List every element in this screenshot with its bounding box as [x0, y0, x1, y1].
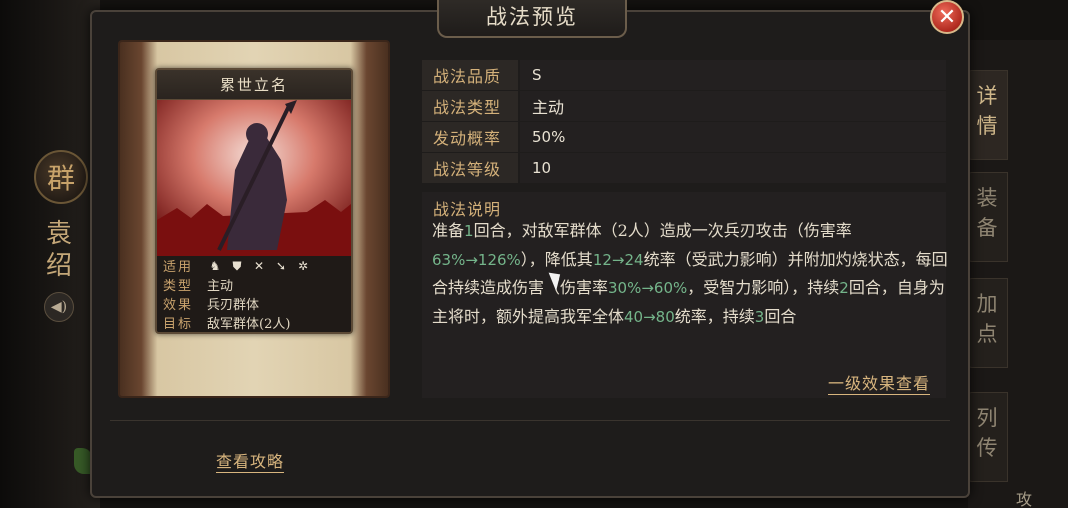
speaker-icon[interactable]: ◀) [44, 292, 74, 322]
view-guide-link[interactable]: 查看攻略 [216, 448, 285, 473]
skill-card: 累世立名 适用 ♞ ⛊ ✕ ➘ ✲ 类型 主动 效果 兵刃群体 目标 敌军群体(… [155, 68, 353, 334]
footer-divider [110, 420, 950, 421]
troop-types: ♞ ⛊ ✕ ➘ ✲ [203, 258, 311, 274]
prop-effect: 效果 兵刃群体 [163, 298, 260, 313]
info-row-quality: 战法品质 S [422, 60, 946, 90]
corner-label[interactable]: 攻 [1016, 486, 1032, 508]
info-row-chance: 发动概率 50% [422, 122, 946, 152]
cavalry-icon: ♞ [209, 258, 221, 273]
skill-artwork [157, 100, 351, 256]
tab-equipment[interactable]: 装备 [966, 172, 1008, 262]
prop-applicable: 适用 ♞ ⛊ ✕ ➘ ✲ [157, 256, 351, 276]
skill-name: 累世立名 [157, 70, 351, 100]
close-icon[interactable]: ✕ [930, 0, 964, 34]
hero-name: 袁绍 [45, 219, 72, 281]
wheel-icon: ✲ [297, 258, 309, 273]
tab-biography[interactable]: 列传 [966, 392, 1008, 482]
level-effect-link[interactable]: 一级效果查看 [828, 370, 931, 395]
tab-details[interactable]: 详情 [966, 70, 1008, 160]
dialog-title: 战法预览 [437, 0, 627, 38]
description-body: 准备1回合，对敌军群体（2人）造成一次兵刃攻击（伤害率63%→126%），降低其… [432, 221, 948, 326]
shield-icon: ⛊ [232, 258, 242, 273]
skill-props: 适用 ♞ ⛊ ✕ ➘ ✲ 类型 主动 效果 兵刃群体 目标 敌军群体(2人) [157, 256, 351, 332]
faction-badge: 群 [34, 150, 88, 204]
info-row-level: 战法等级 10 [422, 153, 946, 183]
prop-type: 类型 主动 [163, 279, 234, 294]
skill-description: 战法说明 准备1回合，对敌军群体（2人）造成一次兵刃攻击（伤害率63%→126%… [422, 192, 948, 398]
skill-info-table: 战法品质 S 战法类型 主动 发动概率 50% 战法等级 10 [422, 60, 946, 184]
prop-target: 目标 敌军群体(2人) [163, 317, 291, 332]
crossed-bows-icon: ✕ [253, 258, 265, 273]
info-row-type: 战法类型 主动 [422, 91, 946, 121]
faction-label: 群 [46, 162, 75, 195]
spear-icon: ➘ [275, 258, 287, 273]
tab-points[interactable]: 加点 [966, 278, 1008, 368]
